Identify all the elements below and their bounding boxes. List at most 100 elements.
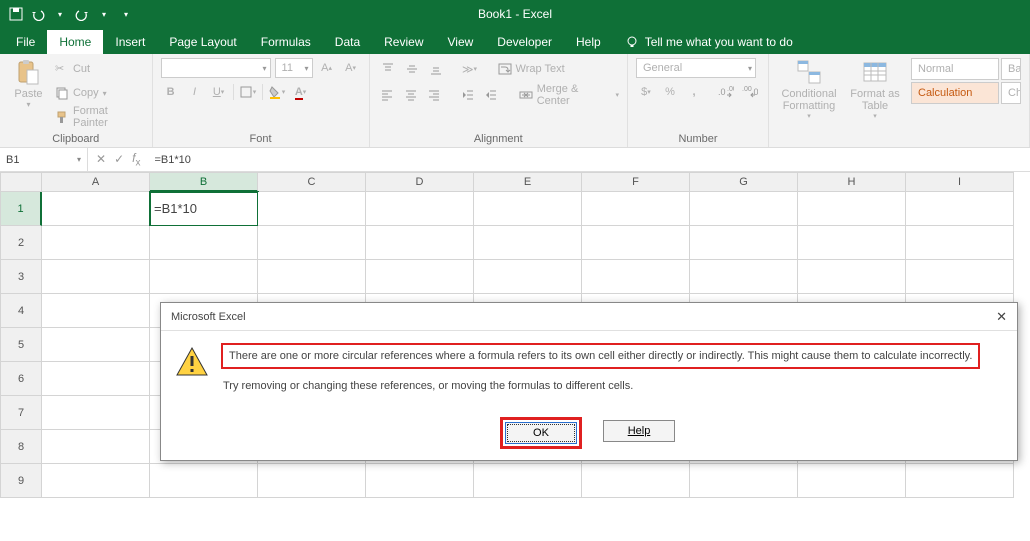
- name-box[interactable]: B1: [0, 148, 88, 171]
- cell-F1[interactable]: [582, 192, 690, 226]
- col-header-d[interactable]: D: [366, 172, 474, 192]
- tab-data[interactable]: Data: [323, 30, 372, 54]
- tell-me-search[interactable]: Tell me what you want to do: [613, 30, 805, 54]
- increase-decimal-icon[interactable]: .0.00: [716, 82, 736, 102]
- cell-C3[interactable]: [258, 260, 366, 294]
- cell-A1[interactable]: [42, 192, 150, 226]
- redo-icon[interactable]: [74, 6, 90, 22]
- row-header-3[interactable]: 3: [0, 260, 42, 294]
- qat-dropdown-icon[interactable]: ▾: [96, 6, 112, 22]
- align-right-icon[interactable]: [425, 85, 445, 105]
- col-header-g[interactable]: G: [690, 172, 798, 192]
- select-all-corner[interactable]: [0, 172, 42, 192]
- cell-G2[interactable]: [690, 226, 798, 260]
- accounting-format-icon[interactable]: $▾: [636, 82, 656, 102]
- align-top-icon[interactable]: [378, 59, 398, 79]
- style-bad[interactable]: Ba: [1001, 58, 1021, 80]
- font-color-button[interactable]: A▾: [291, 82, 311, 102]
- cell-I9[interactable]: [906, 464, 1014, 498]
- cell-D1[interactable]: [366, 192, 474, 226]
- paste-button[interactable]: Paste ▾: [8, 58, 49, 109]
- row-header-5[interactable]: 5: [0, 328, 42, 362]
- cell-B2[interactable]: [150, 226, 258, 260]
- merge-center-button[interactable]: Merge & Center ▾: [519, 84, 619, 106]
- help-button[interactable]: Help: [603, 420, 675, 442]
- cell-F9[interactable]: [582, 464, 690, 498]
- align-bottom-icon[interactable]: [426, 59, 446, 79]
- col-header-a[interactable]: A: [42, 172, 150, 192]
- row-header-2[interactable]: 2: [0, 226, 42, 260]
- format-painter-button[interactable]: Format Painter: [55, 106, 144, 128]
- cell-B1[interactable]: =B1*10: [150, 192, 258, 226]
- font-name-combo[interactable]: [161, 58, 271, 78]
- cell-H2[interactable]: [798, 226, 906, 260]
- italic-button[interactable]: I: [185, 82, 205, 102]
- conditional-formatting-button[interactable]: Conditional Formatting▾: [777, 58, 841, 120]
- tab-formulas[interactable]: Formulas: [249, 30, 323, 54]
- save-icon[interactable]: [8, 6, 24, 22]
- cell-E9[interactable]: [474, 464, 582, 498]
- cell-A9[interactable]: [42, 464, 150, 498]
- cell-E3[interactable]: [474, 260, 582, 294]
- cell-A3[interactable]: [42, 260, 150, 294]
- cell-A5[interactable]: [42, 328, 150, 362]
- cell-A6[interactable]: [42, 362, 150, 396]
- cell-A2[interactable]: [42, 226, 150, 260]
- wrap-text-button[interactable]: Wrap Text: [498, 58, 565, 80]
- cell-B3[interactable]: [150, 260, 258, 294]
- cell-C1[interactable]: [258, 192, 366, 226]
- cell-G3[interactable]: [690, 260, 798, 294]
- decrease-font-icon[interactable]: A▾: [341, 58, 361, 78]
- col-header-h[interactable]: H: [798, 172, 906, 192]
- increase-font-icon[interactable]: A▴: [317, 58, 337, 78]
- decrease-decimal-icon[interactable]: .00.0: [740, 82, 760, 102]
- qat-customize-icon[interactable]: ▾: [118, 6, 134, 22]
- close-icon[interactable]: ✕: [996, 309, 1007, 325]
- cell-G9[interactable]: [690, 464, 798, 498]
- borders-button[interactable]: ▾: [238, 82, 258, 102]
- percent-format-icon[interactable]: %: [660, 82, 680, 102]
- formula-input[interactable]: =B1*10: [148, 154, 1030, 166]
- comma-format-icon[interactable]: ,: [684, 82, 704, 102]
- tab-help[interactable]: Help: [564, 30, 613, 54]
- cell-I1[interactable]: [906, 192, 1014, 226]
- style-normal[interactable]: Normal: [911, 58, 999, 80]
- style-check[interactable]: Ch: [1001, 82, 1021, 104]
- style-calculation[interactable]: Calculation: [911, 82, 999, 104]
- cell-D2[interactable]: [366, 226, 474, 260]
- increase-indent-icon[interactable]: [481, 85, 501, 105]
- fx-icon[interactable]: fx: [132, 151, 140, 168]
- tab-insert[interactable]: Insert: [103, 30, 157, 54]
- cell-H3[interactable]: [798, 260, 906, 294]
- row-header-4[interactable]: 4: [0, 294, 42, 328]
- fill-color-button[interactable]: ▾: [267, 82, 287, 102]
- col-header-f[interactable]: F: [582, 172, 690, 192]
- copy-button[interactable]: Copy ▾: [55, 82, 144, 104]
- cancel-formula-icon[interactable]: ✕: [96, 152, 106, 166]
- row-header-6[interactable]: 6: [0, 362, 42, 396]
- tab-developer[interactable]: Developer: [485, 30, 564, 54]
- col-header-b[interactable]: B: [150, 172, 258, 192]
- format-as-table-button[interactable]: Format as Table▾: [847, 58, 903, 120]
- row-header-1[interactable]: 1: [0, 192, 42, 226]
- cell-D9[interactable]: [366, 464, 474, 498]
- cell-B9[interactable]: [150, 464, 258, 498]
- cell-E1[interactable]: [474, 192, 582, 226]
- tab-review[interactable]: Review: [372, 30, 435, 54]
- col-header-e[interactable]: E: [474, 172, 582, 192]
- orientation-icon[interactable]: ≫▾: [460, 59, 480, 79]
- col-header-c[interactable]: C: [258, 172, 366, 192]
- cell-C9[interactable]: [258, 464, 366, 498]
- align-middle-icon[interactable]: [402, 59, 422, 79]
- decrease-indent-icon[interactable]: [458, 85, 478, 105]
- align-left-icon[interactable]: [378, 85, 398, 105]
- cell-F3[interactable]: [582, 260, 690, 294]
- cell-I3[interactable]: [906, 260, 1014, 294]
- cell-A7[interactable]: [42, 396, 150, 430]
- row-header-9[interactable]: 9: [0, 464, 42, 498]
- cell-A4[interactable]: [42, 294, 150, 328]
- tab-view[interactable]: View: [436, 30, 486, 54]
- cell-G1[interactable]: [690, 192, 798, 226]
- cut-button[interactable]: ✂ Cut: [55, 58, 144, 80]
- align-center-icon[interactable]: [401, 85, 421, 105]
